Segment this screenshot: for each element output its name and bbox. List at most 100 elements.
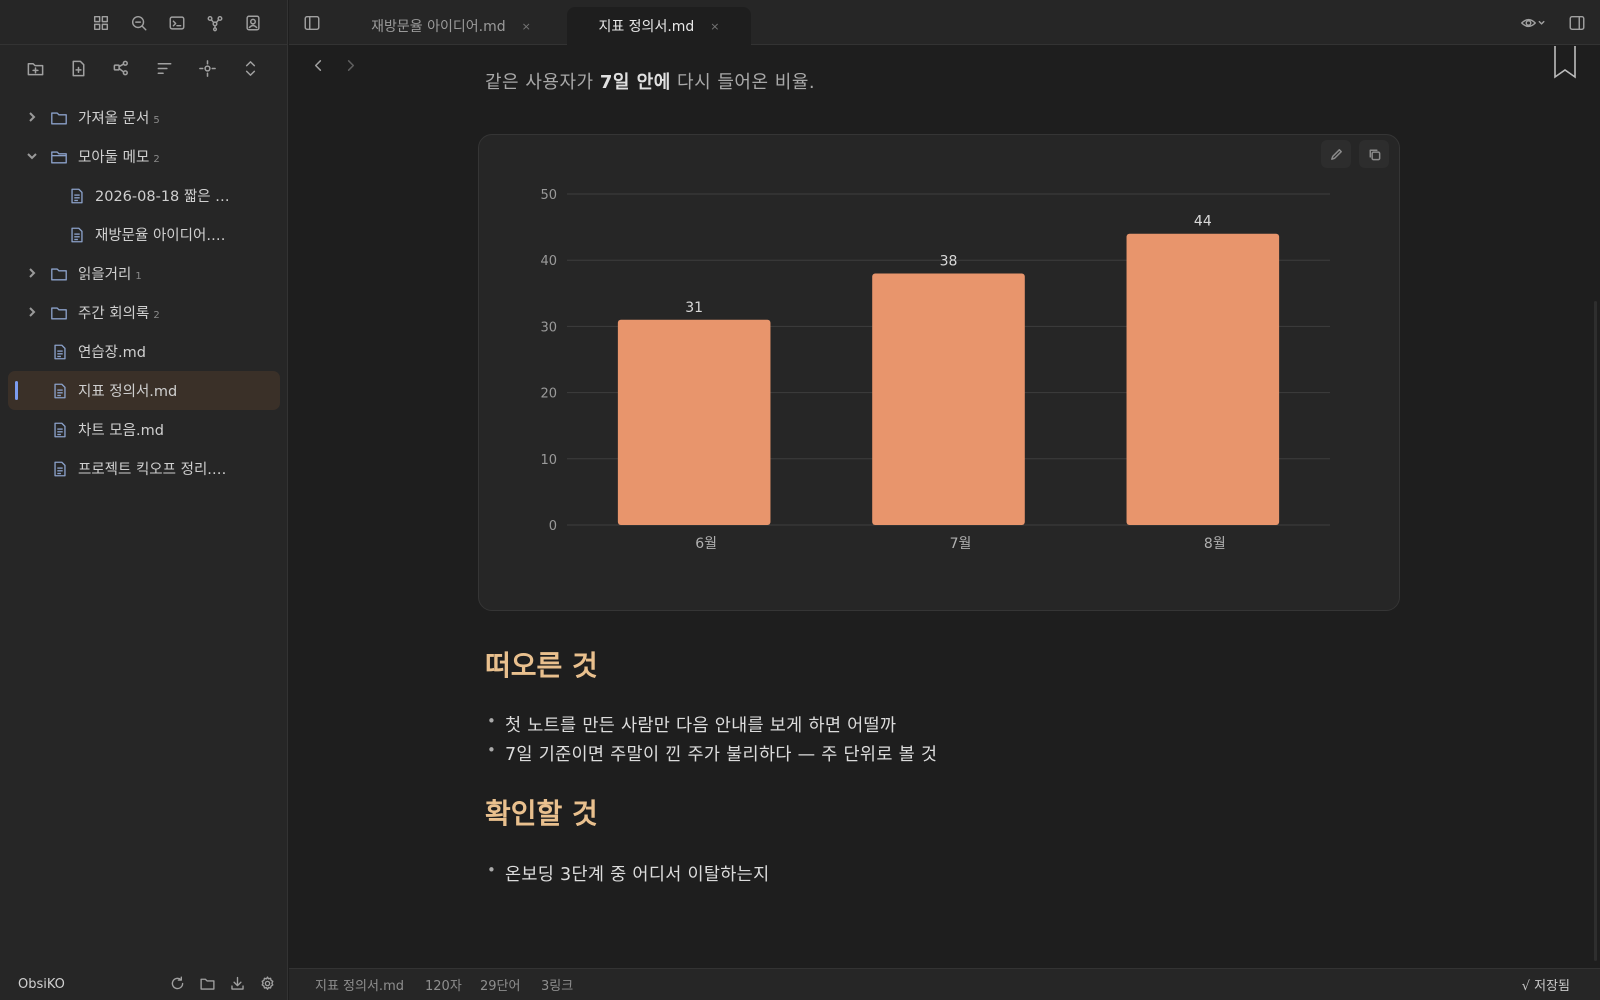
y-tick-label: 50 (540, 188, 557, 203)
forward-arrow-icon[interactable] (337, 52, 363, 78)
y-tick-label: 10 (540, 453, 557, 468)
graph-icon[interactable] (202, 10, 228, 36)
tab-close-icon[interactable]: × (522, 20, 531, 33)
grid-icon[interactable] (88, 10, 114, 36)
file-label: 지표 정의서.md (78, 384, 178, 400)
file-label: 재방문율 아이디어.… (95, 228, 226, 244)
folder-label: 모아둘 메모 (78, 150, 150, 166)
sidebar-header (0, 0, 288, 45)
data-label: 44 (1194, 214, 1212, 230)
new-note-icon[interactable] (65, 55, 91, 81)
bar (1126, 233, 1280, 525)
bar (872, 273, 1025, 525)
file-label: 차트 모음.md (78, 423, 164, 439)
folder-item[interactable]: 주간 회의록 2 (8, 293, 280, 332)
folder-icon[interactable] (194, 970, 220, 996)
folder-label: 읽을거리 (78, 267, 132, 283)
bullet-list-check: 온보딩 3단계 중 어디서 이탈하는지 (485, 861, 769, 890)
vault-bar: ObsiKO (0, 968, 288, 1000)
status-filename: 지표 정의서.md (315, 979, 404, 994)
folder-item[interactable]: 읽을거리 1 (8, 254, 280, 293)
user-icon[interactable] (240, 10, 266, 36)
file-item[interactable]: 연습장.md (8, 332, 280, 371)
edit-icon[interactable] (1321, 140, 1351, 168)
y-tick-label: 0 (549, 519, 557, 534)
chevron-right-icon[interactable] (26, 111, 40, 125)
file-label: 프로젝트 킥오프 정리.… (78, 462, 227, 478)
folder-label: 주간 회의록 (78, 306, 150, 322)
bold-text: 7일 안에 (599, 72, 671, 93)
editor-pane: 같은 사용자가 7일 안에 다시 들어온 비율. 0 10 20 30 40 50 31 6월… (289, 46, 1600, 968)
file-tree: 가져올 문서 5 모아둘 메모 2 2026-08-18 짧은 … 재방문율 아이디… (8, 98, 280, 488)
gear-icon[interactable] (254, 970, 280, 996)
folder-icon (50, 109, 68, 127)
bar-chart: 0 10 20 30 40 50 31 6월 38 7월 44 8월 (540, 188, 1330, 552)
file-icon (68, 226, 86, 244)
tab-label: 재방문율 아이디어.md (371, 19, 506, 35)
vault-name[interactable]: ObsiKO (18, 977, 65, 992)
tab-close-icon[interactable]: × (710, 20, 719, 33)
right-sidebar-toggle-icon[interactable] (1564, 10, 1590, 36)
reading-view-icon[interactable] (1516, 10, 1550, 36)
file-item[interactable]: 차트 모음.md (8, 410, 280, 449)
locate-icon[interactable] (194, 55, 220, 81)
bar (617, 319, 771, 525)
x-tick-label: 7월 (950, 536, 972, 552)
tab-revisit-ideas[interactable]: 재방문율 아이디어.md × (359, 7, 543, 45)
left-sidebar: 가져올 문서 5 모아둘 메모 2 2026-08-18 짧은 … 재방문율 아이디… (0, 0, 288, 1000)
folder-label: 가져올 문서 (78, 111, 150, 127)
bookmark-icon[interactable] (1552, 46, 1578, 80)
graph-view-icon[interactable] (108, 55, 134, 81)
data-label: 31 (685, 300, 703, 316)
chevron-right-icon[interactable] (26, 267, 40, 281)
x-tick-label: 8월 (1204, 536, 1226, 552)
file-icon (51, 382, 69, 400)
file-icon (51, 460, 69, 478)
list-item: 첫 노트를 만든 사람만 다음 안내를 보게 하면 어떨까 (485, 712, 937, 741)
file-item[interactable]: 재방문율 아이디어.… (8, 215, 280, 254)
new-folder-icon[interactable] (22, 55, 48, 81)
tab-label: 지표 정의서.md (598, 19, 695, 35)
folder-count: 2 (153, 154, 160, 165)
file-icon (51, 421, 69, 439)
scrollbar[interactable] (1594, 301, 1597, 961)
sidebar-toggle-icon[interactable] (299, 10, 325, 36)
copy-icon[interactable] (1359, 140, 1389, 168)
y-tick-label: 40 (540, 254, 557, 269)
tab-bar: 재방문율 아이디어.md × 지표 정의서.md × (289, 0, 1600, 45)
chart-block[interactable]: 0 10 20 30 40 50 31 6월 38 7월 44 8월 (478, 134, 1400, 611)
data-label: 38 (940, 253, 958, 269)
file-item[interactable]: 프로젝트 킥오프 정리.… (8, 449, 280, 488)
chevron-down-icon[interactable] (26, 150, 40, 164)
file-label: 2026-08-18 짧은 … (95, 189, 230, 205)
sort-icon[interactable] (151, 55, 177, 81)
download-icon[interactable] (224, 970, 250, 996)
list-item: 온보딩 3단계 중 어디서 이탈하는지 (485, 861, 769, 890)
active-indicator (15, 381, 18, 400)
folder-count: 5 (153, 115, 160, 126)
lead-paragraph: 같은 사용자가 7일 안에 다시 들어온 비율. (485, 72, 816, 93)
terminal-icon[interactable] (164, 10, 190, 36)
folder-open-icon (50, 148, 68, 166)
folder-item[interactable]: 가져올 문서 5 (8, 98, 280, 137)
sync-icon[interactable] (164, 970, 190, 996)
file-item[interactable]: 2026-08-18 짧은 … (8, 176, 280, 215)
file-item-active[interactable]: 지표 정의서.md (8, 371, 280, 410)
y-tick-label: 20 (540, 387, 557, 402)
x-tick-label: 6월 (695, 536, 717, 552)
folder-item[interactable]: 모아둘 메모 2 (8, 137, 280, 176)
tab-metric-definitions[interactable]: 지표 정의서.md × (567, 7, 751, 45)
status-words: 29단어 (480, 979, 521, 994)
chevron-right-icon[interactable] (26, 306, 40, 320)
search-icon[interactable] (126, 10, 152, 36)
bullet-list-ideas: 첫 노트를 만든 사람만 다음 안내를 보게 하면 어떨까 7일 기준이면 주말… (485, 712, 937, 770)
y-tick-label: 30 (540, 320, 557, 335)
collapse-icon[interactable] (237, 55, 263, 81)
list-item: 7일 기준이면 주말이 낀 주가 불리하다 — 주 단위로 볼 것 (485, 741, 937, 770)
folder-icon (50, 304, 68, 322)
folder-icon (50, 265, 68, 283)
status-links: 3링크 (541, 979, 574, 994)
folder-count: 1 (135, 271, 142, 282)
heading-to-check: 확인할 것 (485, 797, 598, 830)
back-arrow-icon[interactable] (305, 52, 331, 78)
